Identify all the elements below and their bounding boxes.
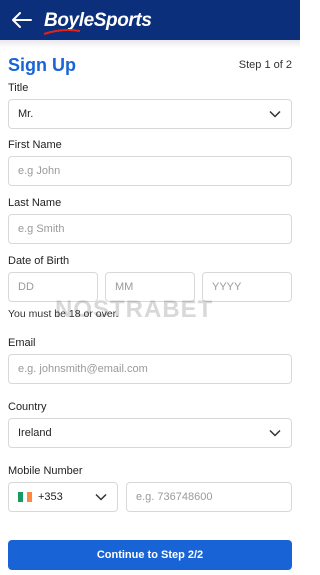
boylesports-logo[interactable]: Boyle Sports bbox=[43, 9, 152, 35]
dob-month-placeholder: MM bbox=[115, 281, 134, 293]
top-bar: Boyle Sports bbox=[0, 0, 300, 40]
dob-month-field[interactable]: MM bbox=[105, 272, 195, 302]
country-code-display: +353 bbox=[18, 491, 63, 503]
dob-day-placeholder: DD bbox=[18, 281, 34, 293]
email-placeholder: e.g. johnsmith@email.com bbox=[18, 363, 148, 375]
header-shadow bbox=[0, 40, 300, 48]
dob-year-field[interactable]: YYYY bbox=[202, 272, 292, 302]
arrow-left-icon bbox=[12, 12, 32, 28]
title-label: Title bbox=[8, 82, 29, 94]
phone-placeholder: e.g. 736748600 bbox=[136, 491, 213, 503]
country-code-select[interactable]: +353 bbox=[8, 482, 118, 512]
chevron-down-icon bbox=[269, 110, 281, 118]
dob-row: DD MM YYYY bbox=[8, 272, 292, 302]
first-name-placeholder: e.g John bbox=[18, 165, 61, 177]
last-name-placeholder: e.g Smith bbox=[18, 223, 65, 235]
first-name-field[interactable]: e.g John bbox=[8, 156, 292, 186]
page-title: Sign Up bbox=[8, 54, 76, 75]
page-header: Sign Up Step 1 of 2 bbox=[0, 48, 300, 78]
country-select-value: Ireland bbox=[18, 427, 52, 439]
dob-hint: You must be 18 or over. bbox=[8, 308, 119, 320]
country-label: Country bbox=[8, 401, 47, 413]
logo-text-sports: Sports bbox=[93, 9, 152, 31]
dob-year-placeholder: YYYY bbox=[212, 281, 242, 293]
last-name-label: Last Name bbox=[8, 197, 62, 209]
title-select-value: Mr. bbox=[18, 108, 34, 120]
phone-number-field[interactable]: e.g. 736748600 bbox=[126, 482, 292, 512]
chevron-down-icon bbox=[95, 493, 107, 501]
back-button[interactable] bbox=[10, 8, 34, 32]
mobile-label: Mobile Number bbox=[8, 465, 83, 477]
continue-button[interactable]: Continue to Step 2/2 bbox=[8, 540, 292, 570]
chevron-down-icon bbox=[269, 429, 281, 437]
country-code-value: +353 bbox=[38, 491, 63, 503]
ireland-flag-icon bbox=[18, 492, 33, 502]
country-select[interactable]: Ireland bbox=[8, 418, 292, 448]
dob-label: Date of Birth bbox=[8, 255, 70, 267]
title-select[interactable]: Mr. bbox=[8, 99, 292, 129]
logo-swoosh bbox=[43, 28, 81, 35]
last-name-field[interactable]: e.g Smith bbox=[8, 214, 292, 244]
step-indicator: Step 1 of 2 bbox=[238, 59, 292, 71]
mobile-row: +353 e.g. 736748600 bbox=[8, 482, 292, 512]
dob-day-field[interactable]: DD bbox=[8, 272, 98, 302]
email-label: Email bbox=[8, 337, 36, 349]
first-name-label: First Name bbox=[8, 139, 62, 151]
email-field[interactable]: e.g. johnsmith@email.com bbox=[8, 354, 292, 384]
